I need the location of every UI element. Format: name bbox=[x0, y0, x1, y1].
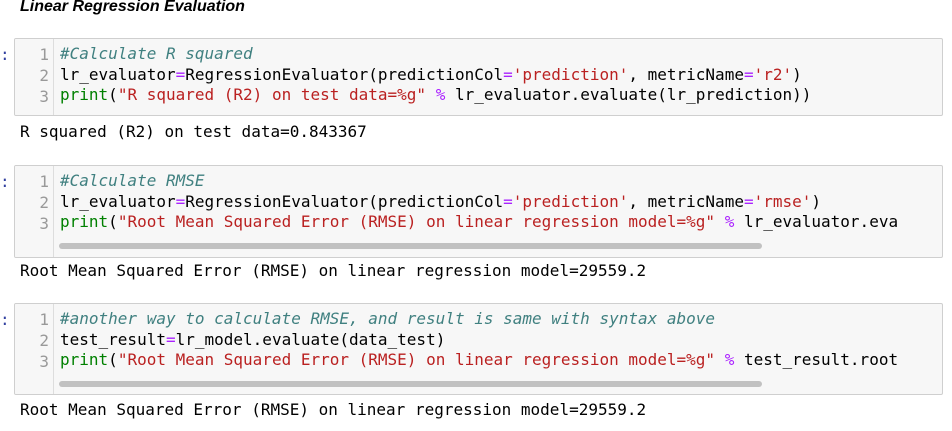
code-token: 'prediction' bbox=[512, 191, 629, 211]
code-token: "Root Mean Squared Error (RMSE) on linea… bbox=[117, 350, 716, 369]
line-number: 1 bbox=[39, 310, 49, 329]
line-number: 1 bbox=[39, 45, 49, 64]
code-editor[interactable]: #another way to calculate RMSE, and resu… bbox=[60, 309, 898, 371]
line-number: 1 bbox=[39, 172, 49, 191]
code-token: print bbox=[60, 212, 109, 231]
code-token: % bbox=[435, 85, 446, 104]
cell-output: Root Mean Squared Error (RMSE) on linear… bbox=[20, 261, 647, 280]
code-token: = bbox=[503, 64, 513, 84]
line-number: 3 bbox=[39, 352, 49, 371]
line-number: 3 bbox=[39, 214, 49, 233]
code-cell-rmse[interactable]: 1 2 3 #Calculate RMSE lr_evaluator=Regres… bbox=[14, 165, 943, 258]
code-line: print("R squared (R2) on test data=%g" %… bbox=[60, 85, 811, 106]
code-token: = bbox=[743, 64, 754, 84]
cell-prompt: : bbox=[0, 310, 10, 329]
code-line: print("Root Mean Squared Error (RMSE) on… bbox=[60, 212, 898, 233]
code-token: #Calculate RMSE bbox=[60, 171, 205, 190]
code-token: test_result.root bbox=[734, 350, 899, 369]
code-token: lr_evaluator bbox=[60, 191, 176, 211]
code-token: "Root Mean Squared Error (RMSE) on linea… bbox=[117, 212, 716, 231]
code-line: #Calculate R squared bbox=[60, 44, 811, 65]
cell-prompt: : bbox=[0, 172, 10, 191]
line-number: 3 bbox=[39, 87, 49, 106]
code-token: ( bbox=[108, 212, 118, 231]
code-token: lr_evaluator.eva bbox=[734, 212, 899, 231]
code-line: test_result=lr_model.evaluate(data_test) bbox=[60, 330, 898, 351]
horizontal-scrollbar[interactable] bbox=[59, 381, 762, 387]
code-token: print bbox=[60, 85, 109, 104]
code-token: = bbox=[175, 191, 186, 211]
line-number-gutter: 1 2 3 bbox=[15, 166, 54, 257]
code-token: print bbox=[60, 350, 109, 369]
code-editor[interactable]: #Calculate R squared lr_evaluator=Regress… bbox=[60, 44, 811, 106]
code-token: ) bbox=[792, 64, 802, 84]
code-token: ) bbox=[811, 191, 822, 211]
code-line: lr_evaluator=RegressionEvaluator(predict… bbox=[60, 192, 898, 213]
code-token: , metricName bbox=[628, 191, 744, 211]
line-number: 2 bbox=[39, 66, 49, 85]
line-number: 2 bbox=[39, 193, 49, 212]
line-number-gutter: 1 2 3 bbox=[15, 39, 54, 115]
code-token: ( bbox=[108, 85, 118, 104]
line-number-gutter: 1 2 3 bbox=[15, 304, 54, 394]
code-token: , metricName bbox=[628, 64, 744, 84]
code-editor[interactable]: #Calculate RMSE lr_evaluator=RegressionEv… bbox=[60, 171, 898, 233]
code-token: lr_model.evaluate(data_test) bbox=[175, 329, 446, 349]
code-cell-rmse-alt[interactable]: 1 2 3 #another way to calculate RMSE, an… bbox=[14, 303, 943, 395]
code-token: = bbox=[503, 191, 513, 211]
code-line: lr_evaluator=RegressionEvaluator(predict… bbox=[60, 65, 811, 86]
horizontal-scrollbar[interactable] bbox=[59, 243, 762, 249]
code-token: % bbox=[724, 212, 735, 231]
code-token: #Calculate R squared bbox=[60, 44, 253, 63]
code-token: test_result bbox=[60, 329, 166, 349]
line-number: 2 bbox=[39, 331, 49, 350]
code-token: #another way to calculate RMSE, and resu… bbox=[60, 309, 716, 328]
code-token: = bbox=[165, 329, 176, 349]
code-token: 'r2' bbox=[753, 64, 793, 84]
code-token: lr_evaluator.evaluate(lr_prediction)) bbox=[445, 85, 812, 104]
code-token: lr_evaluator bbox=[60, 64, 176, 84]
code-token: % bbox=[724, 350, 735, 369]
code-token: = bbox=[175, 64, 186, 84]
code-token: = bbox=[743, 191, 754, 211]
code-token: ( bbox=[108, 350, 118, 369]
code-line: #Calculate RMSE bbox=[60, 171, 898, 192]
code-token: 'prediction' bbox=[512, 64, 629, 84]
code-token: "R squared (R2) on test data=%g" bbox=[117, 85, 427, 104]
cell-output: R squared (R2) on test data=0.843367 bbox=[20, 122, 367, 141]
code-token: RegressionEvaluator(predictionCol bbox=[185, 191, 504, 211]
code-cell-r2[interactable]: 1 2 3 #Calculate R squared lr_evaluator=R… bbox=[14, 38, 943, 116]
code-line: print("Root Mean Squared Error (RMSE) on… bbox=[60, 350, 898, 371]
code-token: RegressionEvaluator(predictionCol bbox=[185, 64, 504, 84]
cell-prompt: : bbox=[0, 45, 10, 64]
cell-output: Root Mean Squared Error (RMSE) on linear… bbox=[20, 400, 647, 419]
code-token: 'rmse' bbox=[753, 191, 812, 211]
code-line: #another way to calculate RMSE, and resu… bbox=[60, 309, 898, 330]
section-heading: Linear Regression Evaluation bbox=[20, 0, 245, 15]
